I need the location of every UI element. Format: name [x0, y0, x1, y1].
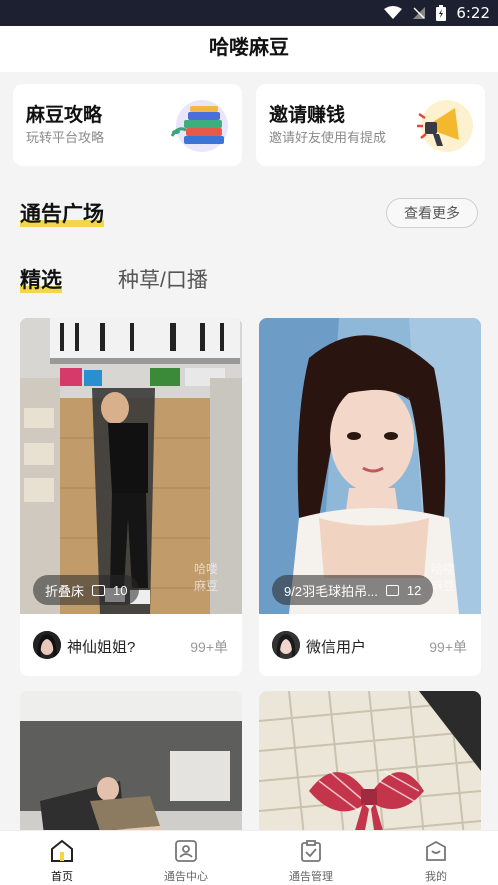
status-bar: 6:22 — [0, 0, 498, 26]
photo-tag-label: 9/2羽毛球拍吊... — [284, 583, 378, 599]
svg-text:哈喽: 哈喽 — [431, 561, 455, 576]
page-title: 哈喽麻豆 — [0, 26, 498, 72]
tab-featured[interactable]: 精选 — [20, 264, 62, 294]
feed-card[interactable]: 哈喽 麻豆 9/2羽毛球拍吊... 12 微信用户 99+单 — [259, 318, 481, 676]
section-title-text: 通告广场 — [20, 203, 104, 226]
home-icon — [51, 839, 73, 862]
image-count: 10 — [113, 582, 128, 598]
feed-photo[interactable]: 哈喽 麻豆 — [20, 318, 242, 614]
feed-card[interactable]: 哈喽 麻豆 折叠床 10 神仙姐姐? 99+单 — [20, 318, 242, 676]
profile-bag-icon — [426, 840, 446, 861]
nav-profile-label: 我的 — [425, 871, 447, 883]
order-count: 99+单 — [429, 639, 467, 655]
nav-notice-manage[interactable]: 通告管理 — [249, 831, 373, 885]
photo-tag-label: 折叠床 — [45, 583, 85, 599]
tab-seeding[interactable]: 种草/口播 — [118, 264, 208, 294]
guide-card-subtitle: 玩转平台攻略 — [26, 130, 105, 145]
invite-card-title: 邀请赚钱 — [269, 105, 346, 126]
books-icon — [170, 100, 228, 152]
photo-tag: 9/2羽毛球拍吊... 12 — [272, 575, 434, 605]
notice-center-icon — [175, 840, 197, 862]
card-footer: 微信用户 99+单 — [259, 614, 481, 676]
photo-tag: 折叠床 10 — [33, 575, 140, 605]
megaphone-icon — [417, 100, 473, 152]
invite-card[interactable]: 邀请赚钱 邀请好友使用有提成 — [256, 84, 485, 166]
svg-text:麻豆: 麻豆 — [194, 578, 218, 593]
guide-card[interactable]: 麻豆攻略 玩转平台攻略 — [13, 84, 242, 166]
nav-home-label: 首页 — [51, 871, 73, 883]
nav-notice-center[interactable]: 通告中心 — [124, 831, 248, 885]
nav-profile[interactable]: 我的 — [374, 831, 498, 885]
tab-featured-label: 精选 — [20, 269, 62, 292]
svg-text:麻豆: 麻豆 — [431, 578, 455, 593]
nav-notice-center-label: 通告中心 — [164, 871, 208, 883]
view-more-button[interactable]: 查看更多 — [386, 198, 478, 228]
card-footer: 神仙姐姐? 99+单 — [20, 614, 242, 676]
battery-charging-icon — [436, 5, 447, 21]
user-name: 神仙姐姐? — [67, 639, 136, 656]
no-signal-icon — [413, 7, 426, 19]
section-title: 通告广场 — [20, 198, 104, 228]
image-count: 12 — [406, 582, 422, 598]
nav-notice-manage-label: 通告管理 — [289, 871, 333, 883]
bottom-nav: 首页 通告中心 通告管理 我的 — [0, 830, 498, 885]
image-count-icon — [385, 584, 399, 596]
svg-text:哈喽: 哈喽 — [194, 561, 218, 576]
user-name: 微信用户 — [306, 639, 367, 656]
avatar[interactable] — [272, 631, 300, 659]
avatar[interactable] — [33, 631, 61, 659]
image-count-icon — [92, 584, 106, 596]
order-count: 99+单 — [190, 639, 228, 655]
feed-photo[interactable]: 哈喽 麻豆 — [259, 318, 481, 614]
guide-card-title: 麻豆攻略 — [26, 105, 103, 126]
nav-home[interactable]: 首页 — [0, 831, 124, 885]
wifi-icon — [384, 6, 403, 19]
invite-card-subtitle: 邀请好友使用有提成 — [269, 130, 387, 145]
status-time: 6:22 — [456, 4, 490, 22]
clipboard-check-icon — [301, 840, 321, 862]
